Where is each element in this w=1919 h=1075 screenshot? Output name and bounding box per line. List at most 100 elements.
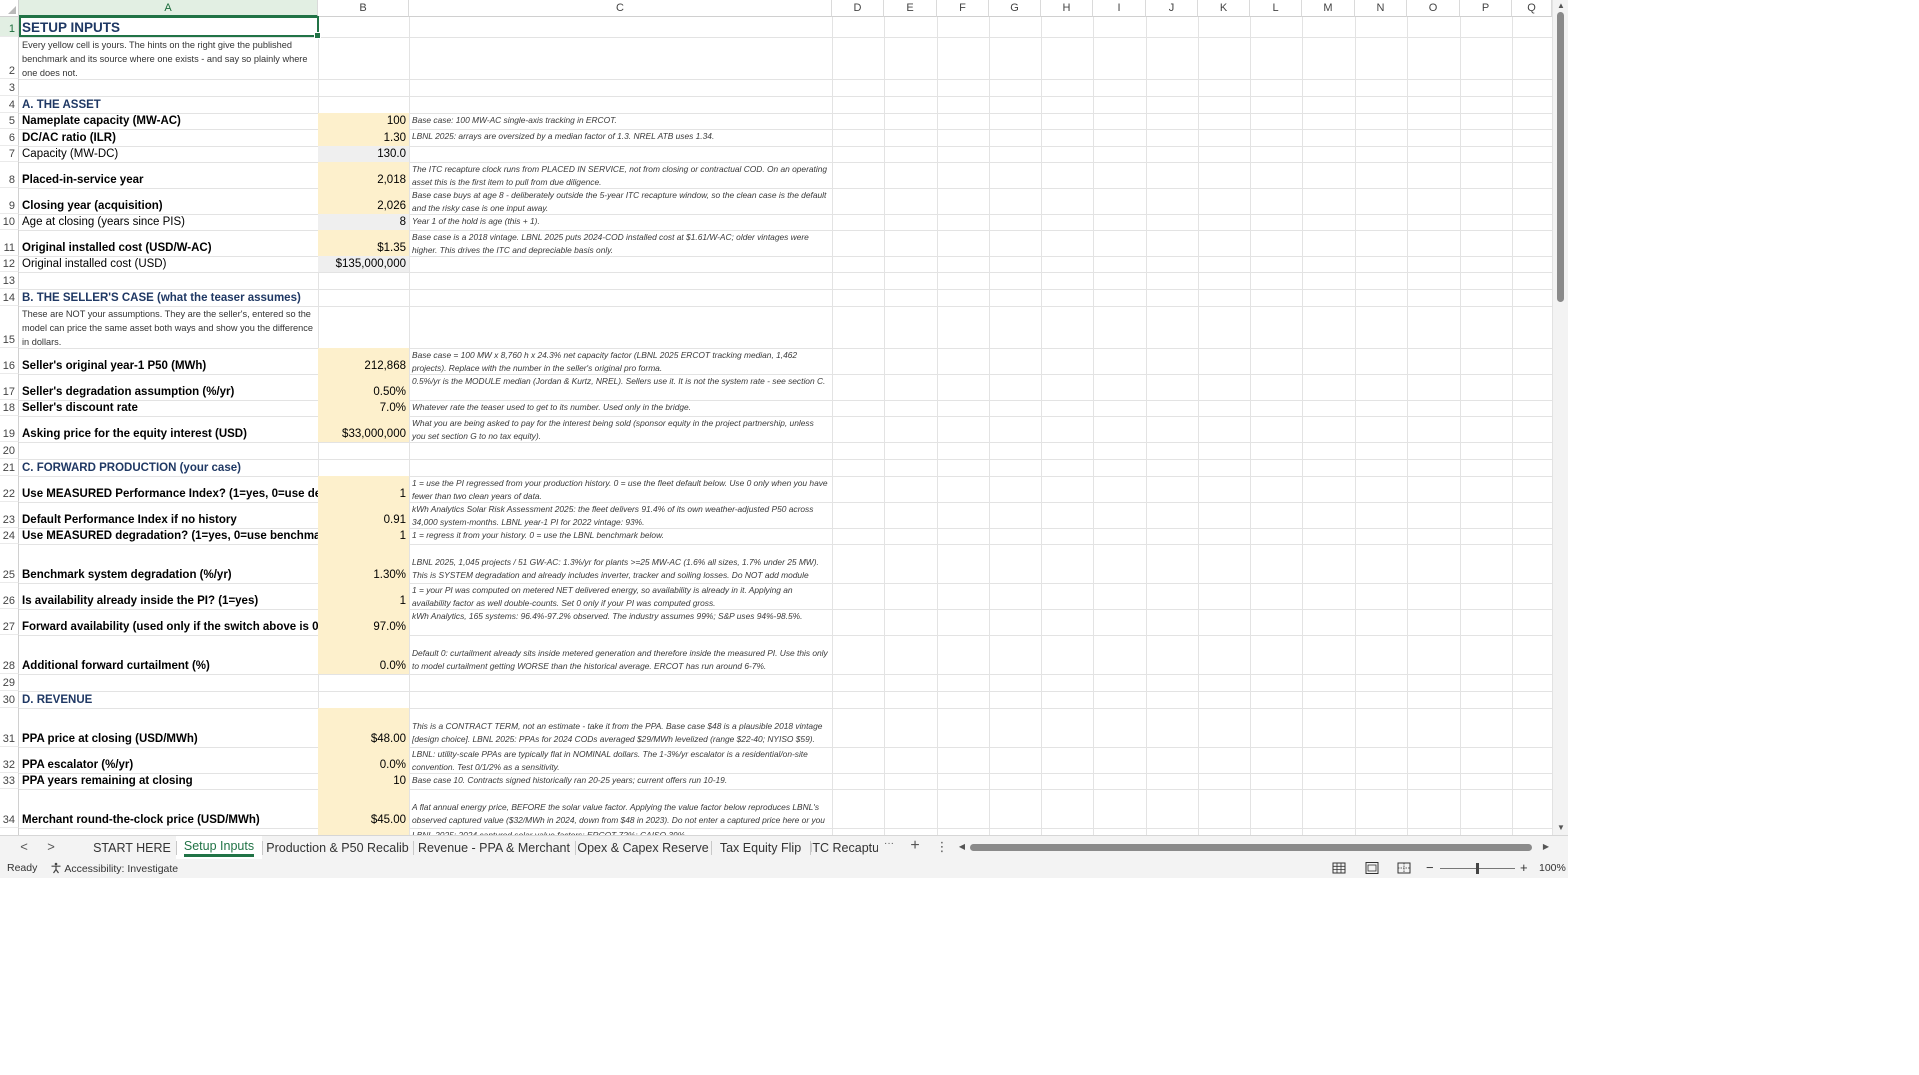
cell-a3[interactable] xyxy=(19,79,318,96)
column-header-l[interactable]: L xyxy=(1250,0,1302,17)
cell-a15[interactable]: These are NOT your assumptions. They are… xyxy=(19,306,318,348)
sheet-tab-tax-equity-flip[interactable]: Tax Equity Flip xyxy=(711,836,810,859)
column-header-m[interactable]: M xyxy=(1302,0,1355,17)
cell-c5[interactable]: Base case: 100 MW-AC single-axis trackin… xyxy=(409,113,832,129)
cell-a10[interactable]: Age at closing (years since PIS) xyxy=(19,214,318,230)
cell-a31[interactable]: PPA price at closing (USD/MWh) xyxy=(19,708,318,747)
cell-c20[interactable] xyxy=(409,442,832,459)
row-header-10[interactable]: 10 xyxy=(0,214,19,230)
cell-b5[interactable]: 100 xyxy=(318,113,409,129)
cell-b2[interactable] xyxy=(318,37,409,79)
next-sheet-button[interactable]: > xyxy=(43,839,59,854)
normal-view-icon[interactable] xyxy=(1330,861,1348,875)
cell-c17[interactable]: 0.5%/yr is the MODULE median (Jordan & K… xyxy=(409,374,832,400)
cell-b34[interactable]: $45.00 xyxy=(318,789,409,828)
cell-b28[interactable]: 0.0% xyxy=(318,635,409,674)
cell-b18[interactable]: 7.0% xyxy=(318,400,409,416)
column-header-j[interactable]: J xyxy=(1146,0,1198,17)
row-header-24[interactable]: 24 xyxy=(0,528,19,544)
cell-a32[interactable]: PPA escalator (%/yr) xyxy=(19,747,318,773)
zoom-slider[interactable] xyxy=(1440,863,1515,874)
cell-b1[interactable] xyxy=(318,17,409,37)
row-header-14[interactable]: 14 xyxy=(0,289,19,306)
row-header-16[interactable]: 16 xyxy=(0,348,19,374)
cell-b24[interactable]: 1 xyxy=(318,528,409,544)
add-sheet-button[interactable]: + xyxy=(907,837,923,855)
column-header-q[interactable]: Q xyxy=(1512,0,1552,17)
cell-b11[interactable]: $1.35 xyxy=(318,230,409,256)
cell-a34[interactable]: Merchant round-the-clock price (USD/MWh) xyxy=(19,789,318,828)
cell-c16[interactable]: Base case = 100 MW x 8,760 h x 24.3% net… xyxy=(409,348,832,374)
cell-a17[interactable]: Seller's degradation assumption (%/yr) xyxy=(19,374,318,400)
worksheet-grid[interactable]: ABCDEFGHIJKLMNOPQ 1 2 3 4 5 6 7 8 9 10 11 12 13 14 15 1… xyxy=(0,0,1552,835)
cell-a8[interactable]: Placed-in-service year xyxy=(19,162,318,188)
row-header-7[interactable]: 7 xyxy=(0,146,19,162)
row-header-25[interactable]: 25 xyxy=(0,544,19,583)
row-header-2[interactable]: 2 xyxy=(0,37,19,79)
column-header-c[interactable]: C xyxy=(409,0,832,17)
cell-a1[interactable]: SETUP INPUTS xyxy=(19,17,318,37)
cell-b6[interactable]: 1.30 xyxy=(318,129,409,146)
cell-c29[interactable] xyxy=(409,674,832,691)
cell-b27[interactable]: 97.0% xyxy=(318,609,409,635)
column-header-n[interactable]: N xyxy=(1355,0,1407,17)
cell-a13[interactable] xyxy=(19,272,318,289)
cell-c27[interactable]: kWh Analytics, 165 systems: 96.4%-97.2% … xyxy=(409,609,832,635)
row-header-18[interactable]: 18 xyxy=(0,400,19,416)
cell-b15[interactable] xyxy=(318,306,409,348)
cell-b26[interactable]: 1 xyxy=(318,583,409,609)
cell-a11[interactable]: Original installed cost (USD/W-AC) xyxy=(19,230,318,256)
cell-c14[interactable] xyxy=(409,289,832,306)
cell-b25[interactable]: 1.30% xyxy=(318,544,409,583)
cell-b21[interactable] xyxy=(318,459,409,476)
cell-b7[interactable]: 130.0 xyxy=(318,146,409,162)
scroll-left-arrow-icon[interactable]: ◀ xyxy=(954,842,970,851)
row-header-30[interactable]: 30 xyxy=(0,691,19,708)
cell-b14[interactable] xyxy=(318,289,409,306)
cell-a28[interactable]: Additional forward curtailment (%) xyxy=(19,635,318,674)
cell-b19[interactable]: $33,000,000 xyxy=(318,416,409,442)
cell-c2[interactable] xyxy=(409,37,832,79)
horizontal-scrollbar[interactable]: ◀ ▶ xyxy=(958,840,1552,855)
cell-b23[interactable]: 0.91 xyxy=(318,502,409,528)
column-header-g[interactable]: G xyxy=(989,0,1041,17)
horizontal-scroll-thumb[interactable] xyxy=(970,844,1532,851)
cell-a18[interactable]: Seller's discount rate xyxy=(19,400,318,416)
cell-c6[interactable]: LBNL 2025: arrays are oversized by a med… xyxy=(409,129,832,146)
cell-c7[interactable] xyxy=(409,146,832,162)
row-header-33[interactable]: 33 xyxy=(0,773,19,789)
cell-a25[interactable]: Benchmark system degradation (%/yr) xyxy=(19,544,318,583)
column-header-o[interactable]: O xyxy=(1407,0,1460,17)
cell-c35[interactable]: LBNL 2025: 2024 captured solar value fac… xyxy=(409,828,832,835)
cell-b30[interactable] xyxy=(318,691,409,708)
cell-b9[interactable]: 2,026 xyxy=(318,188,409,214)
accessibility-status[interactable]: Accessibility: Investigate xyxy=(50,862,178,875)
cell-c12[interactable] xyxy=(409,256,832,272)
row-header-28[interactable]: 28 xyxy=(0,635,19,674)
cell-c11[interactable]: Base case is a 2018 vintage. LBNL 2025 p… xyxy=(409,230,832,256)
sheet-tab-opex-capex-reserve[interactable]: Opex & Capex Reserve xyxy=(575,836,711,859)
cell-c1[interactable] xyxy=(409,17,832,37)
page-break-icon[interactable] xyxy=(1395,861,1413,875)
cell-c21[interactable] xyxy=(409,459,832,476)
column-header-b[interactable]: B xyxy=(318,0,409,17)
row-header-29[interactable]: 29 xyxy=(0,674,19,691)
row-header-9[interactable]: 9 xyxy=(0,188,19,214)
cell-a19[interactable]: Asking price for the equity interest (US… xyxy=(19,416,318,442)
column-header-d[interactable]: D xyxy=(832,0,884,17)
row-header-20[interactable]: 20 xyxy=(0,442,19,459)
cell-b35[interactable] xyxy=(318,828,409,835)
more-sheets-icon[interactable]: ··· xyxy=(881,838,897,849)
cell-a9[interactable]: Closing year (acquisition) xyxy=(19,188,318,214)
zoom-level[interactable]: 100% xyxy=(1539,862,1566,874)
page-layout-icon[interactable] xyxy=(1363,861,1381,875)
cell-c23[interactable]: kWh Analytics Solar Risk Assessment 2025… xyxy=(409,502,832,528)
cell-a14[interactable]: B. THE SELLER'S CASE (what the teaser as… xyxy=(19,289,318,306)
cell-c8[interactable]: The ITC recapture clock runs from PLACED… xyxy=(409,162,832,188)
cell-c34[interactable]: A flat annual energy price, BEFORE the s… xyxy=(409,800,832,828)
zoom-slider-handle[interactable] xyxy=(1476,863,1479,874)
row-header-35[interactable]: 35 xyxy=(0,828,19,835)
cell-a4[interactable]: A. THE ASSET xyxy=(19,96,318,113)
cell-a20[interactable] xyxy=(19,442,318,459)
column-header-h[interactable]: H xyxy=(1041,0,1093,17)
